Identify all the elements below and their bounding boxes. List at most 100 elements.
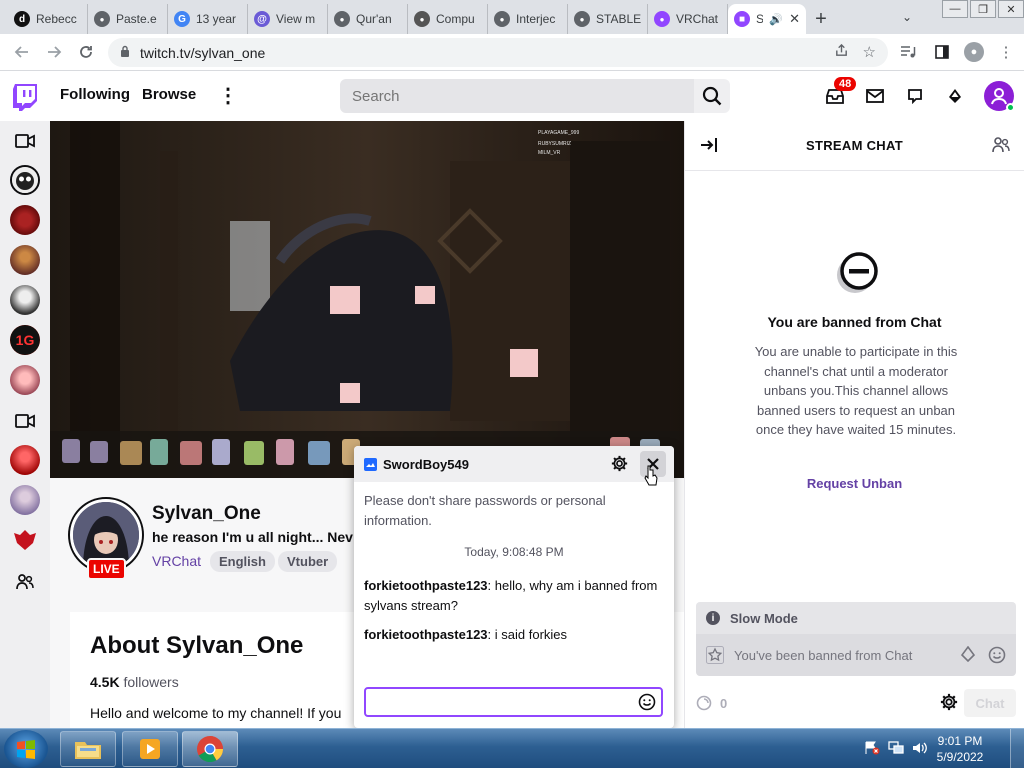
followed-channels-camera-icon[interactable] (15, 134, 35, 148)
user-card-username[interactable]: SwordBoy549 (383, 457, 469, 472)
svg-text:1G: 1G (16, 332, 35, 348)
online-status-dot (1006, 103, 1015, 112)
channel-description: Hello and welcome to my channel! If you (90, 705, 342, 721)
chat-settings-button[interactable] (940, 693, 958, 714)
chat-header: STREAM CHAT (685, 121, 1024, 171)
following-link[interactable]: Following (60, 86, 130, 103)
browser-menu-icon[interactable]: ⋮ (994, 38, 1018, 66)
emote-icon[interactable] (988, 646, 1006, 664)
star-icon[interactable] (706, 646, 724, 664)
user-menu-avatar[interactable] (984, 81, 1015, 112)
stream-chat-panel: STREAM CHAT You are banned from Chat You… (684, 121, 1024, 728)
browser-tab[interactable]: ● VRChat (648, 4, 728, 34)
search-button[interactable] (694, 79, 730, 113)
browse-link[interactable]: Browse (142, 86, 196, 103)
action-center-flag-icon[interactable] (864, 741, 880, 755)
new-tab-button[interactable]: + (806, 4, 836, 34)
taskbar-explorer-button[interactable] (60, 731, 116, 767)
bits-icon[interactable] (960, 646, 976, 662)
browser-tab[interactable]: ● Compu (408, 4, 488, 34)
sidebar-channel-avatar[interactable] (10, 285, 40, 315)
volume-icon[interactable] (912, 741, 928, 755)
game-category-link[interactable]: VRChat (152, 553, 201, 569)
browser-tab[interactable]: d Rebecc (8, 4, 88, 34)
browser-tab[interactable]: @ View m (248, 4, 328, 34)
address-bar[interactable]: twitch.tv/sylvan_one ☆ (108, 38, 888, 67)
forward-button[interactable] (38, 36, 70, 68)
top-nav-actions: 48 (824, 77, 1015, 113)
sidebar-channel-avatar[interactable] (10, 445, 40, 475)
close-window-button[interactable]: ✕ (998, 0, 1024, 18)
channel-name[interactable]: Sylvan_One (152, 503, 261, 525)
browser-tab[interactable]: ● Paste.e (88, 4, 168, 34)
globe-icon: ● (334, 11, 350, 27)
sidebar-channel-avatar[interactable] (10, 365, 40, 395)
network-icon[interactable] (888, 741, 904, 755)
taskbar-chrome-button[interactable] (182, 731, 238, 767)
get-bits-button[interactable] (944, 79, 966, 113)
whispers-button[interactable] (864, 79, 886, 113)
recommended-channels-camera-icon[interactable] (15, 414, 35, 428)
user-card-header: SwordBoy549 (354, 446, 674, 482)
video-player[interactable]: PLAYAGAME_999 RUBYSUMRIZ MILM_VR (50, 121, 684, 478)
search-input[interactable] (340, 79, 694, 113)
browser-tab-label: Interjec (516, 12, 556, 26)
message-username[interactable]: forkietoothpaste123 (364, 627, 488, 642)
user-card-settings-button[interactable] (611, 455, 628, 475)
channel-points-icon[interactable] (696, 695, 712, 711)
sidebar-channel-avatar[interactable] (10, 525, 40, 555)
browser-tab-label: VRChat (676, 12, 719, 26)
browser-tab-label: Qur'an (356, 12, 392, 26)
back-arrow-icon (14, 46, 28, 58)
twitch-logo-icon[interactable] (12, 83, 38, 111)
tag-english[interactable]: English (210, 551, 275, 572)
request-unban-link[interactable]: Request Unban (685, 476, 1024, 491)
at-sign-icon: @ (254, 11, 270, 27)
sidebar-channel-avatar[interactable] (10, 245, 40, 275)
system-clock[interactable]: 9:01 PM 5/9/2022 (930, 733, 990, 765)
share-icon[interactable] (834, 43, 849, 62)
chat-bubble-button[interactable] (904, 79, 926, 113)
tab-search-chevron-icon[interactable]: ⌄ (902, 10, 912, 24)
close-tab-icon[interactable]: ✕ (789, 11, 800, 27)
browser-tab[interactable]: ● STABLE (568, 4, 648, 34)
browser-tab[interactable]: ● Interjec (488, 4, 568, 34)
chat-input-placeholder: You've been banned from Chat (734, 647, 913, 663)
live-badge: LIVE (87, 558, 126, 580)
more-options-icon[interactable]: ⋮ (218, 83, 238, 108)
chat-send-button[interactable]: Chat (964, 689, 1016, 717)
windows-logo-icon (17, 740, 35, 759)
taskbar-media-player-button[interactable] (122, 731, 178, 767)
sidebar-channel-avatar[interactable]: 1G (10, 325, 40, 355)
browser-tab-label: View m (276, 12, 316, 26)
whisper-input[interactable] (364, 687, 663, 717)
notifications-button[interactable]: 48 (824, 77, 857, 113)
lock-icon[interactable] (120, 45, 130, 61)
emote-picker-icon[interactable] (638, 693, 656, 711)
sidebar-channel-avatar[interactable] (10, 485, 40, 515)
community-users-icon[interactable] (992, 136, 1010, 154)
channel-points-count: 0 (720, 695, 728, 711)
recommended-users-icon[interactable] (16, 574, 34, 590)
media-controls-icon[interactable] (896, 38, 920, 66)
maximize-button[interactable]: ❐ (970, 0, 996, 18)
tag-vtuber[interactable]: Vtuber (278, 551, 338, 572)
browser-tab[interactable]: ● Qur'an (328, 4, 408, 34)
bookmark-star-icon[interactable]: ☆ (863, 43, 876, 62)
sidebar-channel-avatar[interactable] (10, 205, 40, 235)
about-title: About Sylvan_One (90, 632, 304, 659)
start-button[interactable] (4, 730, 48, 768)
browser-tab-active[interactable]: ■ S 🔊 ✕ (728, 4, 806, 34)
browser-profile-icon[interactable]: ● (964, 42, 984, 62)
side-panel-icon[interactable] (930, 38, 954, 66)
audio-playing-icon[interactable]: 🔊 (769, 13, 783, 26)
user-avatar-icon (991, 88, 1007, 105)
sidebar-channel-avatar[interactable] (10, 165, 40, 195)
minimize-button[interactable]: — (942, 0, 968, 18)
reload-button[interactable] (70, 36, 102, 68)
back-button[interactable] (6, 36, 38, 68)
message-timestamp: Today, 9:08:48 PM (464, 545, 564, 559)
browser-tab[interactable]: G 13 year (168, 4, 248, 34)
message-username[interactable]: forkietoothpaste123 (364, 578, 488, 593)
show-desktop-button[interactable] (1010, 729, 1024, 768)
